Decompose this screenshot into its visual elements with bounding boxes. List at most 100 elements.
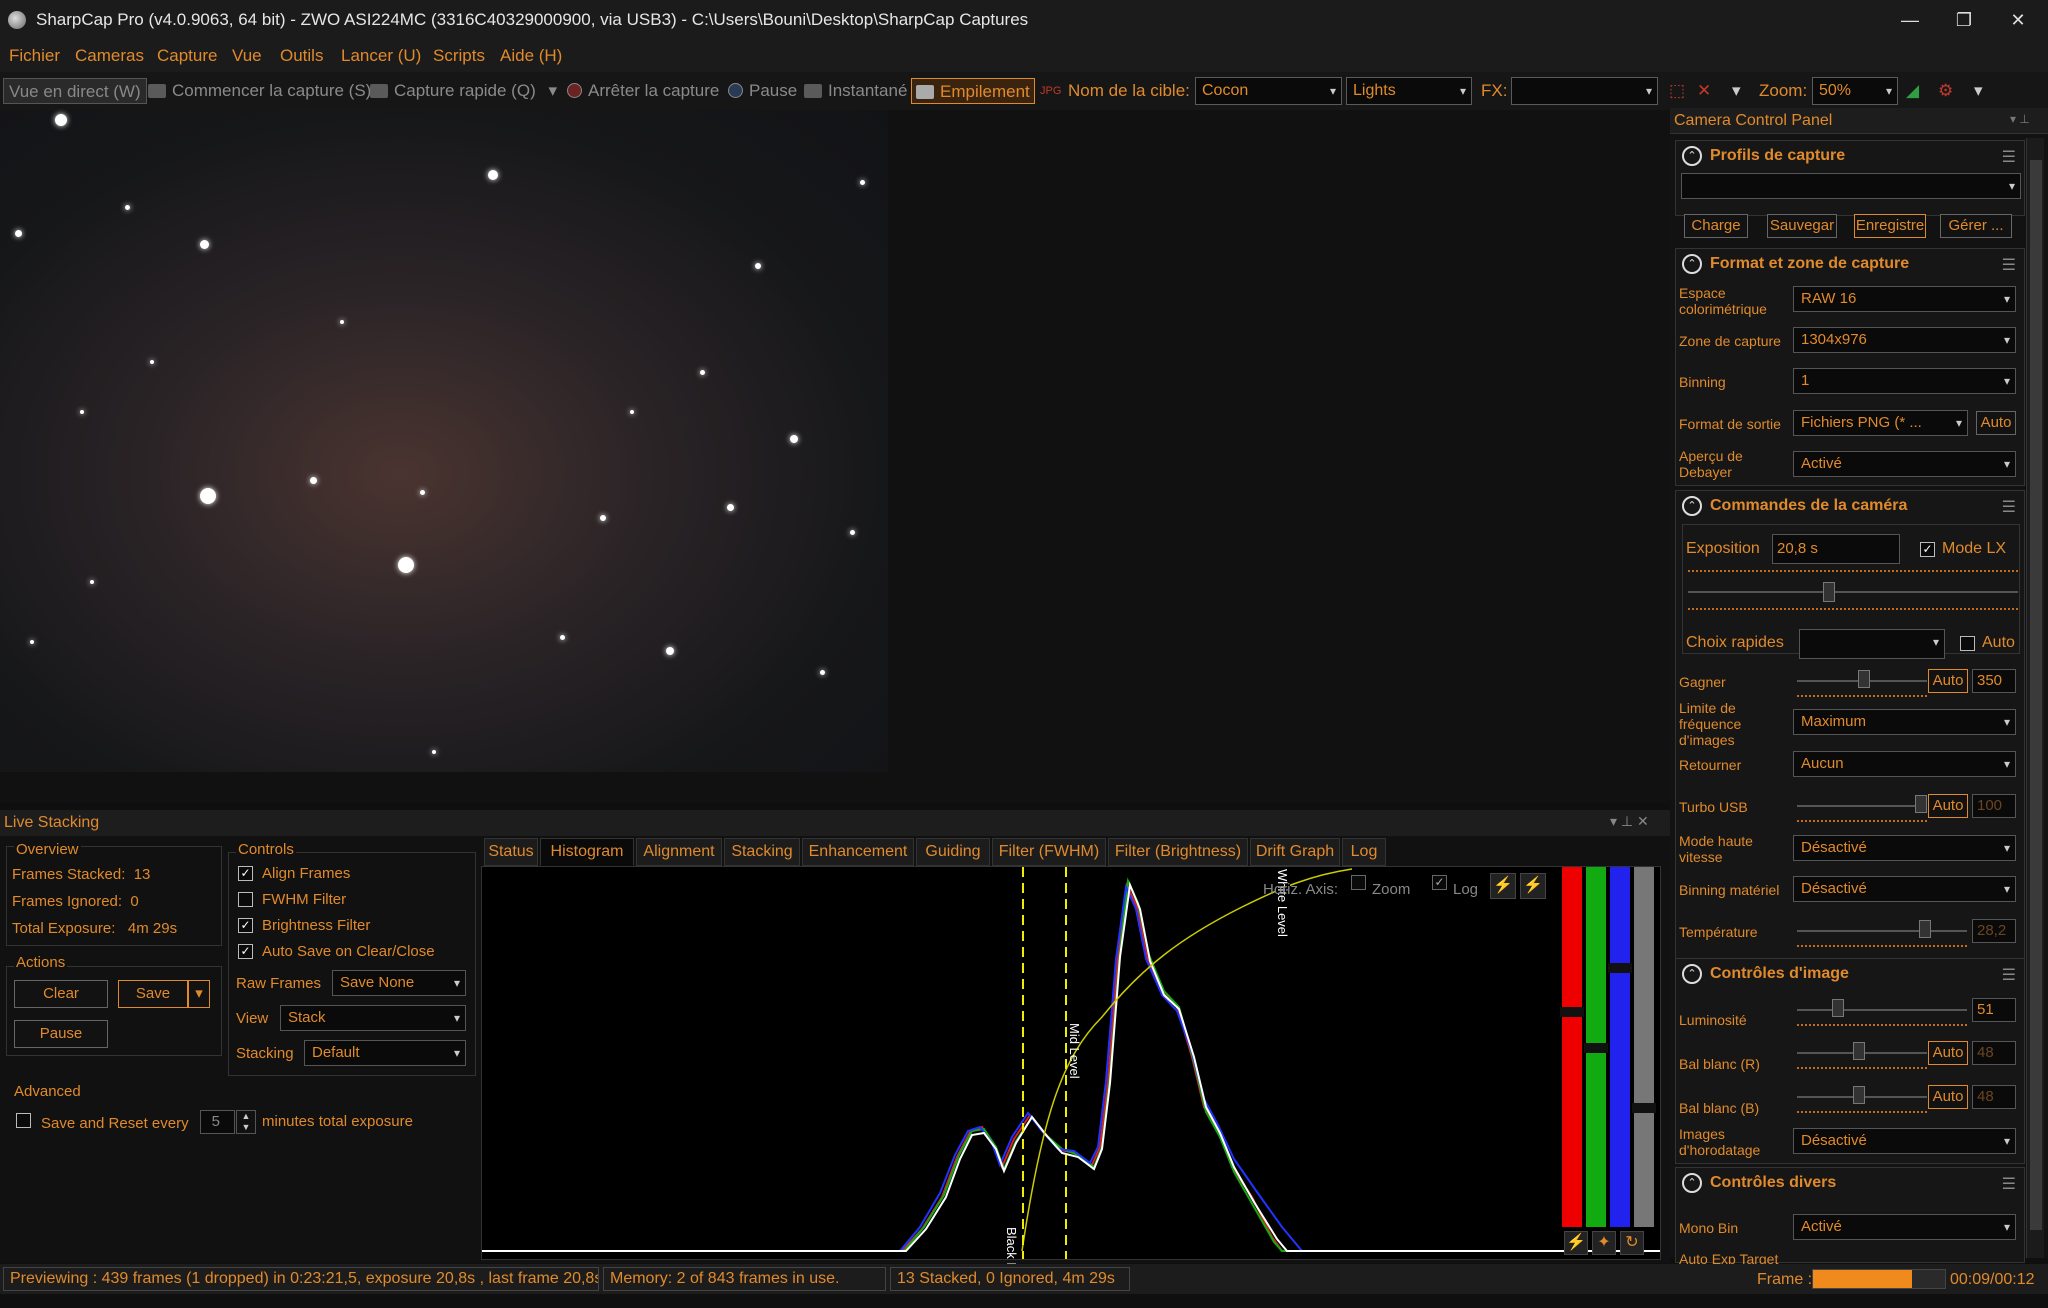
- exposure-slider-thumb[interactable]: [1823, 582, 1835, 602]
- menu-fichier[interactable]: Fichier: [9, 46, 60, 66]
- gray-level-handle[interactable]: [1632, 1103, 1656, 1113]
- wb-red-value[interactable]: 48: [1972, 1041, 2016, 1065]
- reset-stretch-icon[interactable]: ⚡: [1520, 873, 1546, 899]
- auto-save-checkbox[interactable]: ✓: [238, 944, 253, 959]
- pause-stack-button[interactable]: Pause: [14, 1020, 108, 1048]
- exposure-input[interactable]: 20,8 s: [1772, 534, 1900, 564]
- frame-type-combo[interactable]: Lights: [1346, 77, 1472, 105]
- pause-button[interactable]: Pause: [728, 78, 797, 104]
- sparkle-icon[interactable]: ✦: [1592, 1231, 1616, 1255]
- fx-combo[interactable]: [1511, 77, 1658, 105]
- tab-stacking[interactable]: Stacking: [724, 838, 800, 866]
- menu-capture[interactable]: Capture: [157, 46, 217, 66]
- reset-icon[interactable]: ↻: [1620, 1231, 1644, 1255]
- tab-drift-graph[interactable]: Drift Graph: [1250, 838, 1340, 866]
- raw-frames-combo[interactable]: Save None: [332, 970, 466, 996]
- gain-slider-thumb[interactable]: [1858, 670, 1870, 688]
- high-speed-combo[interactable]: Désactivé: [1793, 835, 2016, 861]
- camera-controls-title[interactable]: Commandes de la caméra: [1676, 491, 2024, 521]
- wb-blue-slider-thumb[interactable]: [1853, 1086, 1865, 1104]
- fps-combo[interactable]: Maximum: [1793, 709, 2016, 735]
- format-title[interactable]: Format et zone de capture: [1676, 249, 2024, 279]
- tab-log[interactable]: Log: [1342, 838, 1386, 866]
- brightness-value[interactable]: 51: [1972, 998, 2016, 1022]
- chevron-down-icon[interactable]: ▾: [1974, 78, 1983, 104]
- roi-icon[interactable]: ⬚: [1669, 78, 1685, 104]
- lx-mode-checkbox[interactable]: ✓: [1920, 542, 1935, 557]
- tab-filter-brightness[interactable]: Filter (Brightness): [1108, 838, 1248, 866]
- hw-binning-combo[interactable]: Désactivé: [1793, 876, 2016, 902]
- exposure-slider-track[interactable]: [1688, 591, 2018, 593]
- start-capture-button[interactable]: Commencer la capture (S): [148, 78, 371, 104]
- usb-slider-track[interactable]: [1797, 805, 1927, 807]
- quick-capture-button[interactable]: Capture rapide (Q) ▾: [370, 78, 557, 104]
- profiles-title[interactable]: Profils de capture: [1676, 141, 2024, 171]
- restore-icon[interactable]: ❐: [1942, 6, 1986, 34]
- tab-histogram[interactable]: Histogram: [540, 838, 634, 866]
- output-format-auto-button[interactable]: Auto: [1976, 411, 2016, 435]
- collapse-icon[interactable]: ⌃: [1682, 964, 1702, 984]
- tab-guiding[interactable]: Guiding: [916, 838, 990, 866]
- snapshot-button[interactable]: Instantané: [804, 78, 907, 104]
- flip-combo[interactable]: Aucun: [1793, 751, 2016, 777]
- red-level-handle[interactable]: [1560, 1007, 1584, 1017]
- save-profile-button[interactable]: Sauvegar: [1767, 214, 1837, 238]
- menu-cameras[interactable]: Cameras: [75, 46, 144, 66]
- misc-controls-title[interactable]: Contrôles divers: [1676, 1168, 2024, 1198]
- panel-scrollbar[interactable]: [2026, 138, 2044, 1258]
- wb-blue-value[interactable]: 48: [1972, 1085, 2016, 1109]
- quick-picks-combo[interactable]: [1799, 629, 1945, 659]
- menu-icon[interactable]: ☰: [2002, 147, 2016, 167]
- settings-icon[interactable]: ⚙: [1938, 78, 1953, 104]
- binning-combo[interactable]: 1: [1793, 368, 2016, 394]
- live-view-button[interactable]: Vue en direct (W): [3, 78, 147, 104]
- close-icon[interactable]: ✕: [1996, 6, 2040, 34]
- histogram-stretch-icon[interactable]: ◢: [1906, 78, 1919, 104]
- stacking-mode-combo[interactable]: Default: [304, 1040, 466, 1066]
- pin-icon[interactable]: ▾ ⊥: [2010, 112, 2030, 126]
- collapse-icon[interactable]: ⌃: [1682, 1173, 1702, 1193]
- lightning-icon[interactable]: ⚡: [1564, 1231, 1588, 1255]
- red-level-bar[interactable]: [1562, 867, 1582, 1227]
- brightness-slider-thumb[interactable]: [1832, 999, 1844, 1017]
- output-format-combo[interactable]: Fichiers PNG (* ...: [1793, 410, 1968, 436]
- collapse-icon[interactable]: ⌃: [1682, 254, 1702, 274]
- fwhm-filter-checkbox[interactable]: [238, 892, 253, 907]
- quick-auto-checkbox[interactable]: [1960, 636, 1975, 651]
- collapse-icon[interactable]: ⌃: [1682, 146, 1702, 166]
- preview-image[interactable]: [0, 110, 888, 772]
- color-space-combo[interactable]: RAW 16: [1793, 286, 2016, 312]
- log-checkbox[interactable]: ✓: [1432, 875, 1447, 890]
- save-options-button[interactable]: ▾: [188, 980, 210, 1008]
- chevron-down-icon[interactable]: ▾: [548, 81, 557, 100]
- menu-icon[interactable]: ☰: [2002, 965, 2016, 985]
- gain-auto-button[interactable]: Auto: [1928, 669, 1968, 693]
- capture-area-combo[interactable]: 1304x976: [1793, 327, 2016, 353]
- save-button[interactable]: Save: [118, 980, 188, 1008]
- crosshair-icon[interactable]: ✕: [1697, 78, 1711, 104]
- histogram-view[interactable]: Black Level Mid Level White Level Horiz.…: [481, 866, 1661, 1293]
- usb-value[interactable]: 100: [1972, 794, 2016, 818]
- blue-level-bar[interactable]: [1610, 867, 1630, 1227]
- minimize-icon[interactable]: —: [1888, 6, 1932, 34]
- zoom-combo[interactable]: 50%: [1812, 77, 1898, 105]
- tab-status[interactable]: Status: [484, 838, 538, 866]
- debayer-combo[interactable]: Activé: [1793, 451, 2016, 477]
- chevron-down-icon[interactable]: ▾: [1732, 78, 1741, 104]
- tab-filter-fwhm[interactable]: Filter (FWHM): [992, 838, 1106, 866]
- gain-value[interactable]: 350: [1972, 669, 2016, 693]
- load-profile-button[interactable]: Charge: [1684, 214, 1748, 238]
- save-as-profile-button[interactable]: Enregistre: [1854, 214, 1926, 238]
- collapse-icon[interactable]: ⌃: [1682, 496, 1702, 516]
- jpeg-icon[interactable]: JPG: [1040, 78, 1061, 104]
- menu-aide[interactable]: Aide (H): [500, 46, 562, 66]
- view-combo[interactable]: Stack: [280, 1005, 466, 1031]
- save-reset-checkbox[interactable]: [16, 1113, 31, 1128]
- green-level-handle[interactable]: [1584, 1043, 1608, 1053]
- profile-combo[interactable]: [1681, 173, 2021, 199]
- menu-outils[interactable]: Outils: [280, 46, 323, 66]
- brightness-slider-track[interactable]: [1797, 1009, 1967, 1011]
- usb-auto-button[interactable]: Auto: [1928, 794, 1968, 818]
- wb-blue-auto-button[interactable]: Auto: [1928, 1085, 1968, 1109]
- mono-bin-combo[interactable]: Activé: [1793, 1214, 2016, 1240]
